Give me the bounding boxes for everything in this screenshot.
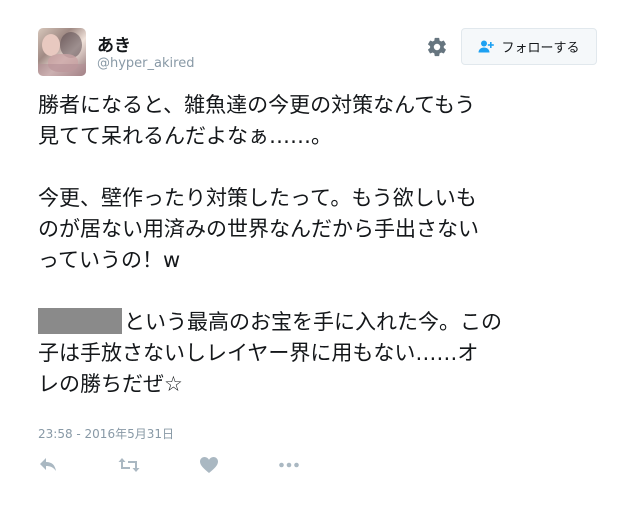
tweet-text-line: っていうの！w [38, 248, 181, 272]
like-icon[interactable] [199, 456, 219, 474]
more-icon[interactable] [278, 456, 300, 474]
tweet-text-line: 見てて呆れるんだよなぁ……。 [38, 124, 332, 148]
redacted-text [38, 308, 122, 334]
tweet-text-line: 子は手放さないしレイヤー界に用もない……オ [38, 341, 479, 365]
tweet-text-line: という最高のお宝を手に入れた今。この [38, 307, 608, 338]
reply-icon[interactable] [38, 456, 58, 474]
tweet-text-line: のが居ない用済みの世界なんだから手出さない [38, 217, 479, 241]
tweet-text-line: 勝者になると、雑魚達の今更の対策なんてもう [38, 93, 476, 117]
tweet-timestamp[interactable]: 23:58 - 2016年5月31日 [38, 425, 174, 442]
follow-button-label: フォローする [501, 41, 580, 56]
avatar[interactable] [38, 28, 86, 76]
user-handle[interactable]: @hyper_akired [97, 56, 194, 71]
tweet-card: あき @hyper_akired フォローする 勝者になると、雑魚達の今更の対策… [0, 0, 636, 506]
tweet-text-segment: という最高のお宝を手に入れた今。この [124, 310, 502, 334]
retweet-icon[interactable] [118, 456, 140, 474]
user-display-name[interactable]: あき [97, 31, 131, 56]
gear-icon[interactable] [426, 36, 448, 58]
follow-button[interactable]: フォローする [461, 28, 597, 65]
add-user-icon [478, 40, 495, 53]
tweet-text-line: レの勝ちだぜ☆ [38, 372, 183, 396]
tweet-text-line: 今更、壁作ったり対策したって。もう欲しいも [38, 186, 477, 210]
